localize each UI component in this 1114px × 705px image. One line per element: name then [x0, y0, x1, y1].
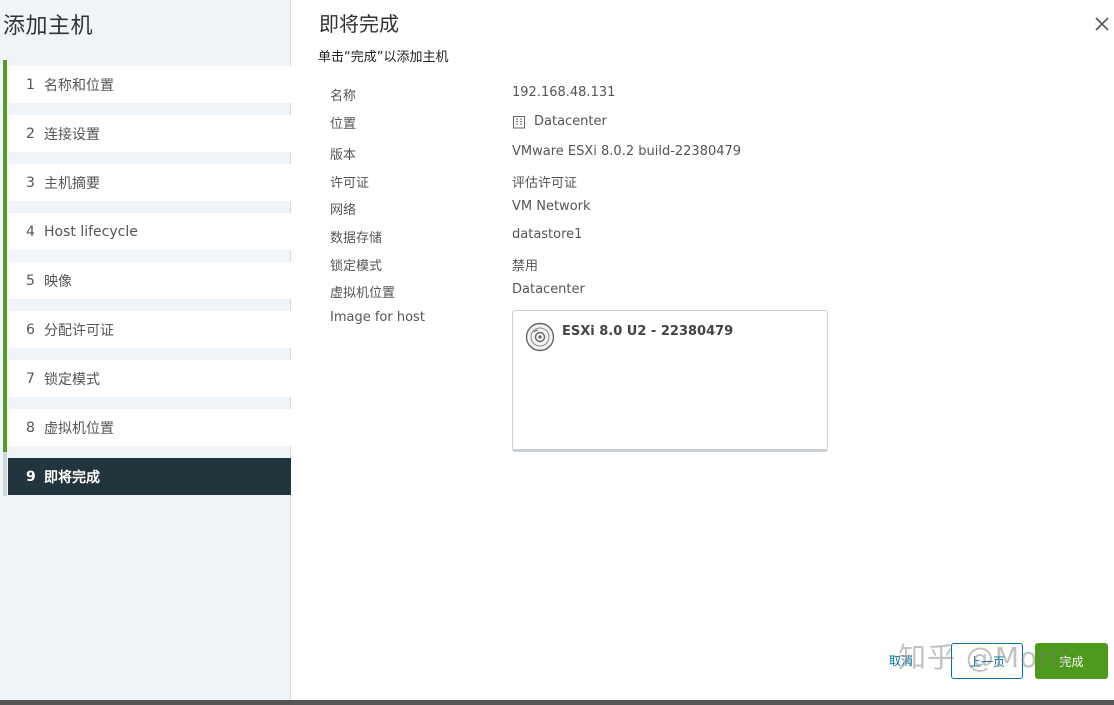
- wizard-sidebar: 添加主机 1 名称和位置 2 连接设置 3 主机摘要 4 Host lifecycle …: [0, 0, 291, 705]
- summary-label: 许可证: [330, 176, 370, 191]
- step-label: 虚拟机位置: [44, 420, 114, 437]
- summary-value: Datacenter: [512, 282, 585, 297]
- step-progress-bar: [3, 158, 7, 207]
- step-progress-bar: [3, 305, 7, 354]
- step-progress-bar: [3, 452, 7, 496]
- step-number: 2: [26, 125, 35, 142]
- step-label: 分配许可证: [44, 322, 114, 339]
- page-title: 即将完成: [319, 12, 399, 36]
- step-number: 7: [26, 370, 35, 387]
- step-host-summary[interactable]: 3 主机摘要: [3, 158, 291, 207]
- step-progress-bar: [3, 354, 7, 403]
- step-assign-license[interactable]: 6 分配许可证: [3, 305, 291, 354]
- step-number: 6: [26, 321, 35, 338]
- step-name-location[interactable]: 1 名称和位置: [3, 60, 291, 109]
- summary-label: 虚拟机位置: [330, 286, 396, 301]
- summary-label: 数据存储: [330, 231, 383, 246]
- step-progress-bar: [3, 109, 7, 158]
- summary-value-text: Datacenter: [534, 114, 607, 129]
- step-label: Host lifecycle: [44, 223, 138, 240]
- finish-button[interactable]: 完成: [1035, 643, 1108, 679]
- step-number: 3: [26, 174, 35, 191]
- step-lockdown-mode[interactable]: 7 锁定模式: [3, 354, 291, 403]
- wizard-title: 添加主机: [3, 14, 94, 39]
- step-image[interactable]: 5 映像: [3, 256, 291, 305]
- summary-label: Image for host: [330, 310, 425, 325]
- step-label: 映像: [44, 273, 72, 290]
- step-number: 4: [26, 223, 35, 240]
- back-button[interactable]: 上一页: [951, 643, 1023, 679]
- step-connection-settings[interactable]: 2 连接设置: [3, 109, 291, 158]
- cancel-button[interactable]: 取消: [889, 652, 913, 669]
- step-ready-to-complete[interactable]: 9 即将完成: [3, 452, 291, 501]
- step-vm-location[interactable]: 8 虚拟机位置: [3, 403, 291, 452]
- step-number: 9: [26, 468, 36, 485]
- summary-value: 192.168.48.131: [512, 85, 616, 100]
- close-icon[interactable]: [1092, 14, 1112, 34]
- step-label: 名称和位置: [44, 77, 114, 94]
- summary-label: 锁定模式: [330, 259, 383, 274]
- datacenter-icon: [513, 115, 525, 128]
- step-label: 锁定模式: [44, 371, 100, 388]
- step-label: 即将完成: [44, 469, 100, 486]
- step-host-lifecycle[interactable]: 4 Host lifecycle: [3, 207, 291, 256]
- wizard-main: 即将完成 单击“完成”以添加主机 名称 192.168.48.131 位置 Da…: [292, 0, 1114, 705]
- step-progress-bar: [3, 256, 7, 305]
- page-subtitle: 单击“完成”以添加主机: [318, 50, 449, 65]
- summary-value: 禁用: [512, 259, 539, 274]
- step-label: 连接设置: [44, 126, 100, 143]
- disc-image-icon: [525, 322, 555, 352]
- summary-label: 位置: [330, 117, 357, 132]
- summary-value: 评估许可证: [512, 176, 578, 191]
- step-progress-bar: [3, 60, 7, 109]
- step-progress-bar: [3, 403, 7, 452]
- summary-label: 网络: [330, 203, 357, 218]
- step-number: 1: [26, 76, 35, 93]
- step-label: 主机摘要: [44, 175, 100, 192]
- image-name: ESXi 8.0 U2 - 22380479: [562, 324, 734, 339]
- summary-value: datastore1: [512, 227, 583, 242]
- step-number: 5: [26, 272, 35, 289]
- wizard-steps: 1 名称和位置 2 连接设置 3 主机摘要 4 Host lifecycle 5 映像 6…: [3, 60, 291, 501]
- bottom-strip: [0, 700, 1114, 705]
- step-number: 8: [26, 419, 35, 436]
- summary-value: Datacenter: [512, 114, 607, 129]
- step-progress-bar: [3, 207, 7, 256]
- summary-value: VMware ESXi 8.0.2 build-22380479: [512, 144, 742, 159]
- summary-label: 名称: [330, 89, 357, 104]
- summary-value: VM Network: [512, 199, 591, 214]
- summary-label: 版本: [330, 148, 357, 163]
- image-card: ESXi 8.0 U2 - 22380479: [512, 310, 828, 452]
